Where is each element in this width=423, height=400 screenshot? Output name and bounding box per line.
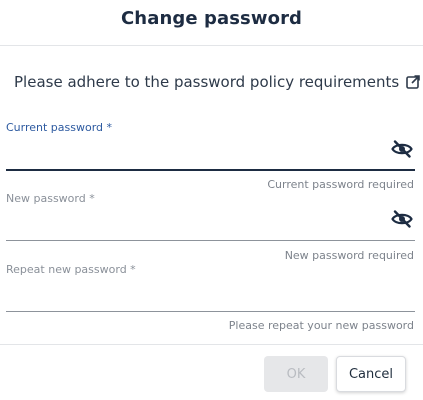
policy-link-text[interactable]: Please adhere to the password policy req… — [14, 73, 399, 91]
new-password-label: New password * — [6, 192, 95, 205]
eye-off-icon[interactable] — [391, 140, 413, 158]
footer-divider — [0, 344, 423, 345]
repeat-password-underline — [6, 311, 415, 312]
dialog-title: Change password — [120, 8, 303, 29]
repeat-password-helper: Please repeat your new password — [228, 319, 414, 332]
repeat-password-field: Repeat new password * Please repeat your… — [6, 261, 415, 333]
policy-link[interactable]: Please adhere to the password policy req… — [14, 73, 421, 91]
current-password-input[interactable] — [6, 144, 415, 166]
eye-off-icon[interactable] — [391, 210, 413, 228]
new-password-input[interactable] — [6, 214, 415, 236]
cancel-button[interactable]: Cancel — [336, 356, 406, 392]
current-password-underline — [6, 169, 415, 171]
header-divider — [0, 45, 423, 46]
repeat-password-label: Repeat new password * — [6, 263, 136, 276]
current-password-field: Current password * Current password requ… — [6, 120, 415, 192]
external-link-icon[interactable] — [405, 74, 421, 90]
repeat-password-input[interactable] — [6, 285, 415, 307]
new-password-underline — [6, 240, 415, 241]
ok-button[interactable]: OK — [264, 356, 328, 392]
current-password-label: Current password * — [6, 121, 113, 134]
new-password-field: New password * New password required — [6, 190, 415, 262]
